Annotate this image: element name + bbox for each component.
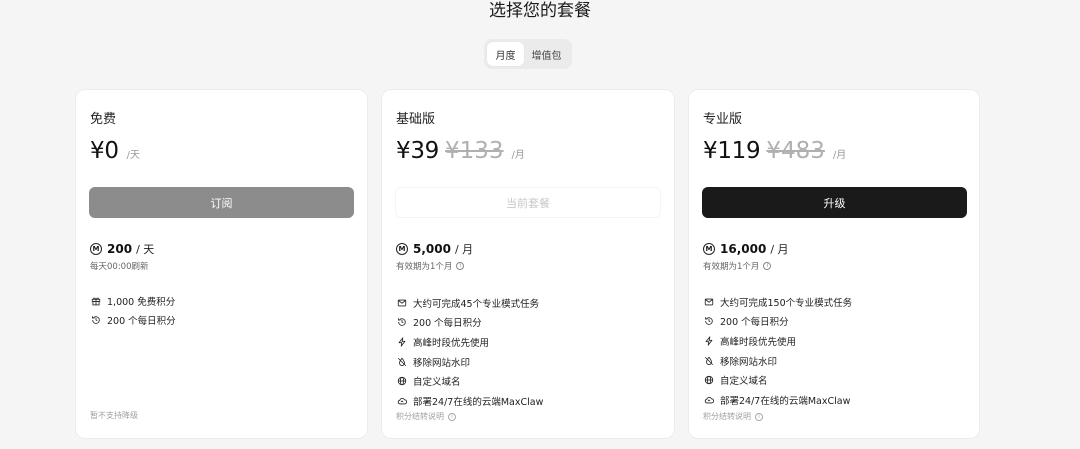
plan-card-basic: 基础版 ¥39 ¥133 /月 当前套餐 M 5,000 / 月 有效期为1个月… (381, 89, 675, 439)
feature-item: 1,000 免费积分 (90, 291, 176, 311)
feature-item: 移除网站水印 (396, 352, 543, 372)
subscribe-button[interactable]: 订阅 (89, 187, 354, 218)
price-period: /天 (126, 150, 141, 161)
credit-amount: 16,000 (720, 242, 767, 256)
feature-list: 大约可完成45个专业模式任务 200 个每日积分 高峰时段优先使用 移除网站水印… (396, 293, 543, 411)
feature-list: 1,000 免费积分 200 个每日积分 (90, 291, 176, 330)
info-icon[interactable]: i (763, 262, 772, 270)
info-icon[interactable]: i (448, 412, 456, 421)
feature-text: 200 个每日积分 (413, 318, 482, 330)
feature-item: 高峰时段优先使用 (396, 332, 543, 352)
feature-item: 自定义域名 (703, 370, 852, 390)
credit-row: M 200 / 天 (90, 241, 154, 257)
footer-note[interactable]: 积分结转说明 i (396, 411, 456, 422)
footer-note: 暂不支持降级 (90, 410, 138, 421)
gift-icon (90, 295, 102, 307)
feature-item: 部署24/7在线的云端MaxClaw (396, 391, 543, 411)
feature-item: 高峰时段优先使用 (703, 331, 852, 351)
footer-note-text[interactable]: 积分结转说明 (703, 411, 751, 422)
plan-original-price: ¥483 (766, 138, 825, 164)
feature-text: 大约可完成45个专业模式任务 (413, 298, 540, 310)
feature-text: 部署24/7在线的云端MaxClaw (413, 396, 544, 408)
plan-name: 基础版 (396, 112, 436, 127)
feature-text: 200 个每日积分 (720, 317, 789, 329)
plan-price: ¥119 (703, 138, 761, 164)
price-period: /月 (832, 150, 847, 161)
lightning-icon (703, 335, 715, 347)
globe-icon (703, 374, 715, 386)
footer-note-text[interactable]: 积分结转说明 (396, 411, 444, 422)
credit-unit: / 月 (454, 243, 474, 256)
price-row: ¥119 ¥483 /月 (703, 138, 846, 164)
plan-original-price: ¥133 (445, 138, 504, 164)
credit-subtext: 每天00:00刷新 (90, 260, 149, 272)
feature-item: 大约可完成150个专业模式任务 (703, 292, 852, 312)
feature-text: 200 个每日积分 (107, 316, 176, 328)
feature-item: 部署24/7在线的云端MaxClaw (703, 390, 852, 410)
cloud-deploy-icon (396, 395, 408, 407)
price-row: ¥39 ¥133 /月 (396, 138, 525, 164)
footer-note[interactable]: 积分结转说明 i (703, 411, 763, 422)
feature-text: 自定义域名 (413, 377, 461, 389)
feature-text: 自定义域名 (720, 376, 768, 388)
feature-text: 大约可完成150个专业模式任务 (720, 297, 853, 309)
feature-text: 1,000 免费积分 (107, 296, 176, 308)
credit-coin-icon: M (90, 243, 102, 255)
credit-subtext: 有效期为1个月 i (703, 260, 772, 272)
plan-price: ¥39 (396, 138, 439, 164)
billing-toggle: 月度 增值包 (484, 39, 572, 69)
refresh-icon (90, 314, 102, 326)
plan-name: 专业版 (703, 112, 743, 127)
credit-subtext: 有效期为1个月 i (396, 260, 465, 272)
no-watermark-icon (703, 355, 715, 367)
plan-name: 免费 (90, 112, 117, 127)
feature-text: 移除网站水印 (720, 356, 778, 368)
feature-text: 移除网站水印 (413, 357, 471, 369)
credit-sub-label: 有效期为1个月 (703, 262, 760, 272)
plan-card-pro: 专业版 ¥119 ¥483 /月 升级 M 16,000 / 月 有效期为1个月… (688, 89, 980, 439)
plan-card-free: 免费 ¥0 /天 订阅 M 200 / 天 每天00:00刷新 1,000 免费… (75, 89, 368, 439)
mail-icon (396, 297, 408, 309)
price-row: ¥0 /天 (90, 138, 140, 164)
lightning-icon (396, 336, 408, 348)
refresh-icon (396, 316, 408, 328)
credit-amount: 200 (107, 242, 133, 256)
upgrade-button[interactable]: 升级 (702, 187, 967, 218)
credit-row: M 16,000 / 月 (703, 241, 789, 257)
credit-amount: 5,000 (413, 242, 451, 256)
credit-unit: / 月 (770, 243, 789, 256)
credit-sub-label: 每天00:00刷新 (90, 262, 149, 272)
current-plan-button[interactable]: 当前套餐 (395, 187, 661, 218)
feature-text: 部署24/7在线的云端MaxClaw (720, 395, 851, 407)
feature-item: 自定义域名 (396, 371, 543, 391)
credit-sub-label: 有效期为1个月 (396, 262, 453, 272)
plan-price: ¥0 (90, 138, 119, 164)
tab-addon[interactable]: 增值包 (524, 42, 569, 66)
feature-item: 200 个每日积分 (90, 311, 176, 331)
feature-item: 大约可完成45个专业模式任务 (396, 293, 543, 313)
credit-unit: / 天 (136, 243, 155, 256)
tab-monthly[interactable]: 月度 (487, 42, 524, 66)
page-title: 选择您的套餐 (489, 1, 591, 21)
feature-text: 高峰时段优先使用 (413, 337, 490, 349)
info-icon[interactable]: i (755, 412, 763, 421)
credit-row: M 5,000 / 月 (396, 241, 473, 257)
price-period: /月 (511, 150, 525, 161)
globe-icon (396, 375, 408, 387)
feature-item: 移除网站水印 (703, 351, 852, 371)
feature-item: 200 个每日积分 (703, 312, 852, 332)
feature-text: 高峰时段优先使用 (720, 336, 797, 348)
feature-item: 200 个每日积分 (396, 313, 543, 333)
feature-list: 大约可完成150个专业模式任务 200 个每日积分 高峰时段优先使用 移除网站水… (703, 292, 852, 410)
cloud-deploy-icon (703, 394, 715, 406)
credit-coin-icon: M (396, 243, 408, 255)
mail-icon (703, 296, 715, 308)
refresh-icon (703, 315, 715, 327)
footer-note-text: 暂不支持降级 (90, 411, 138, 420)
info-icon[interactable]: i (456, 262, 465, 270)
no-watermark-icon (396, 356, 408, 368)
credit-coin-icon: M (703, 243, 715, 255)
